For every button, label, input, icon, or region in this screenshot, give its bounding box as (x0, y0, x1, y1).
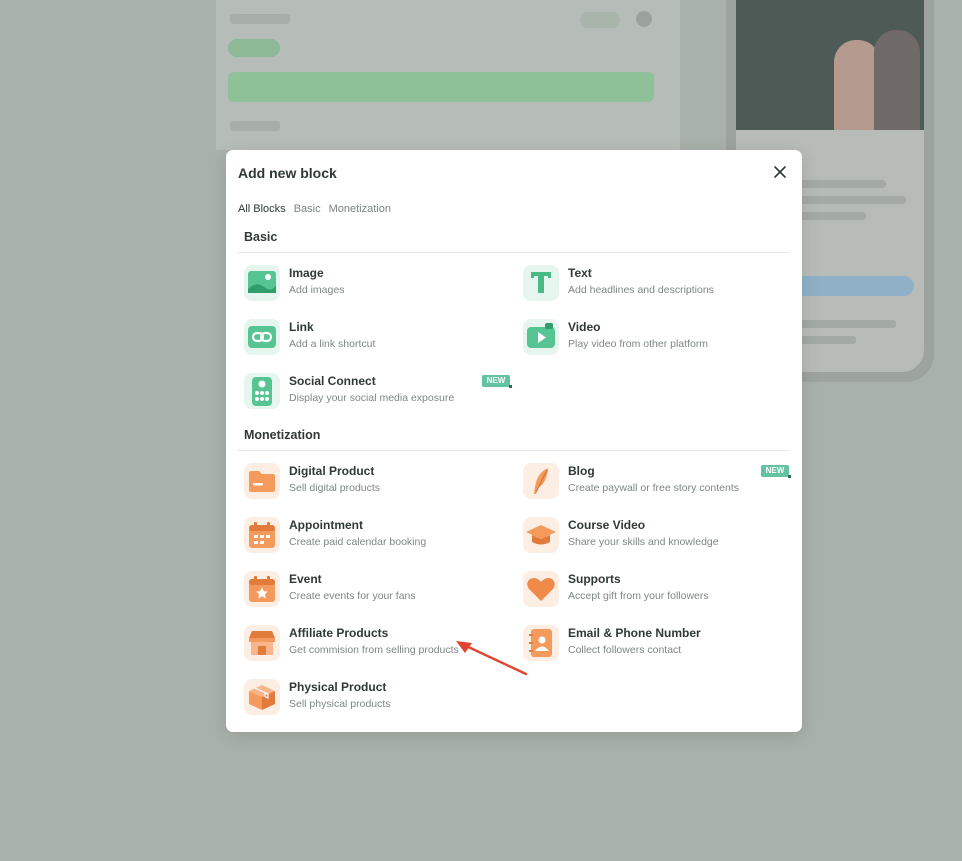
block-item-appointment[interactable]: Appointment Create paid calendar booking (244, 513, 514, 559)
section-divider (238, 450, 790, 451)
new-badge-blog: NEW (761, 465, 791, 478)
heart-icon (523, 571, 559, 607)
block-item-social-connect[interactable]: Social Connect Display your social media… (244, 369, 514, 415)
block-item-digital-product[interactable]: Digital Product Sell digital products (244, 459, 514, 505)
event-star-icon (244, 571, 280, 607)
annotation-arrow-icon (456, 641, 528, 676)
block-item-blog[interactable]: Blog Create paywall or free story conten… (523, 459, 793, 505)
modal-title: Add new block (238, 165, 337, 181)
section-title-basic: Basic (244, 230, 278, 244)
link-icon (244, 319, 280, 355)
phone-hero (736, 0, 924, 130)
folder-icon (244, 463, 280, 499)
section-divider (238, 252, 790, 253)
graduation-cap-icon (523, 517, 559, 553)
block-item-image[interactable]: Image Add images (244, 261, 514, 307)
feather-icon (523, 463, 559, 499)
background-label-2 (230, 121, 280, 131)
box-icon (244, 679, 280, 715)
block-item-physical-product[interactable]: Physical Product Sell physical products (244, 675, 514, 721)
close-button[interactable] (772, 164, 788, 180)
new-badge-social-connect: NEW (482, 375, 512, 388)
background-dot (636, 11, 652, 27)
background-button-bar (228, 72, 654, 102)
section-title-monetization: Monetization (244, 428, 321, 442)
tab-basic[interactable]: Basic (294, 203, 321, 215)
block-item-link[interactable]: Link Add a link shortcut (244, 315, 514, 361)
block-item-video[interactable]: Video Play video from other platform (523, 315, 793, 361)
block-item-email-phone[interactable]: Email & Phone Number Collect followers c… (523, 621, 793, 667)
background-toggle (580, 12, 620, 28)
social-connect-icon (244, 373, 280, 409)
calendar-icon (244, 517, 280, 553)
tab-monetization[interactable]: Monetization (329, 203, 391, 215)
video-icon (523, 319, 559, 355)
block-item-event[interactable]: Event Create events for your fans (244, 567, 514, 613)
image-icon (244, 265, 280, 301)
background-pill (228, 39, 280, 57)
text-icon (523, 265, 559, 301)
background-label (230, 14, 290, 24)
tab-all-blocks[interactable]: All Blocks (238, 203, 286, 215)
block-filter-tabs: All Blocks Basic Monetization (238, 203, 399, 215)
block-item-text[interactable]: Text Add headlines and descriptions (523, 261, 793, 307)
close-icon (774, 166, 786, 178)
storefront-icon (244, 625, 280, 661)
block-item-supports[interactable]: Supports Accept gift from your followers (523, 567, 793, 613)
block-item-course-video[interactable]: Course Video Share your skills and knowl… (523, 513, 793, 559)
